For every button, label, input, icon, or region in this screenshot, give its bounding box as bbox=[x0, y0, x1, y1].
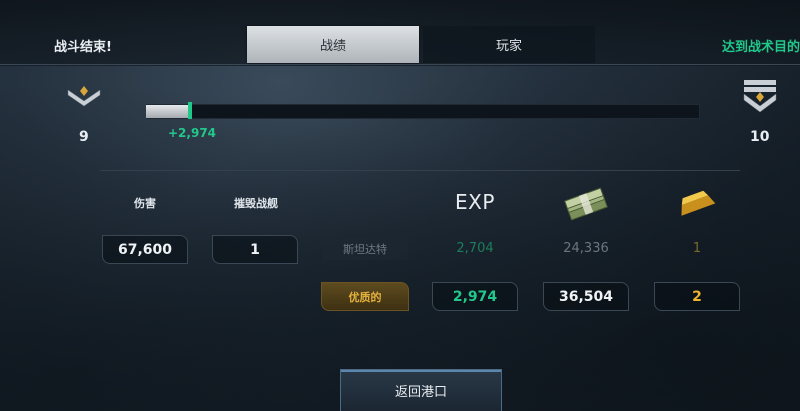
xp-progress-fill bbox=[146, 105, 190, 118]
rank-double-chevron-icon bbox=[740, 76, 780, 124]
ship-name-label: 斯坦达特 bbox=[322, 238, 408, 260]
xp-gain-marker bbox=[188, 102, 192, 119]
premium-label: 优质的 bbox=[321, 282, 409, 311]
battle-status-text: 战斗结束! bbox=[54, 40, 112, 55]
premium-exp-value: 2,974 bbox=[432, 282, 518, 311]
ships-destroyed-label: 摧毁战舰 bbox=[234, 197, 278, 210]
damage-label: 伤害 bbox=[134, 197, 156, 210]
gold-bar-icon bbox=[676, 188, 716, 222]
base-exp-value: 2,704 bbox=[456, 241, 494, 256]
xp-progress-track bbox=[146, 104, 700, 119]
exp-header: EXP bbox=[455, 190, 495, 214]
current-rank-number: 9 bbox=[79, 129, 89, 145]
section-divider bbox=[100, 170, 740, 171]
top-bar-divider bbox=[0, 64, 800, 65]
next-rank-number: 10 bbox=[750, 129, 770, 145]
return-to-port-button[interactable]: 返回港口 bbox=[340, 369, 502, 411]
premium-gold-value: 2 bbox=[654, 282, 740, 311]
ships-destroyed-value: 1 bbox=[212, 235, 298, 264]
damage-value: 67,600 bbox=[102, 235, 188, 264]
objective-status-text: 达到战术目的 bbox=[721, 40, 800, 55]
tab-players[interactable]: 玩家 bbox=[423, 26, 595, 63]
tab-results[interactable]: 战绩 bbox=[247, 26, 419, 63]
premium-cash-value: 36,504 bbox=[543, 282, 629, 311]
base-gold-value: 1 bbox=[692, 241, 702, 256]
rank-chevron-icon bbox=[64, 84, 104, 112]
xp-gain-text: +2,974 bbox=[168, 126, 217, 140]
cash-stack-icon bbox=[563, 186, 609, 226]
base-cash-value: 24,336 bbox=[563, 241, 609, 256]
